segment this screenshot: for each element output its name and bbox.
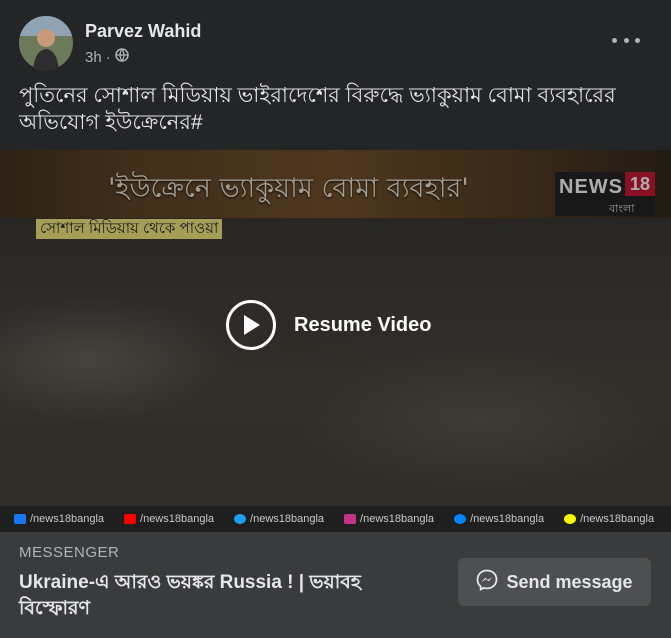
social-handle-text: /news18bangla: [580, 513, 655, 525]
social-handle-facebook: /news18bangla: [14, 513, 104, 525]
social-handle-text: /news18bangla: [140, 513, 215, 525]
video-player[interactable]: 'ইউক্রেনে ভ্যাকুয়াম বোমা ব্যবহার' NEWS …: [0, 150, 671, 506]
meta-separator: ·: [105, 48, 111, 66]
youtube-icon: [124, 514, 137, 524]
link-preview-card[interactable]: MESSENGER Ukraine-এ আরও ভয়ঙ্কর Russia !…: [0, 532, 671, 638]
social-handle-text: /news18bangla: [360, 513, 435, 525]
post-meta: 3h ·: [85, 48, 129, 66]
link-title[interactable]: Ukraine-এ আরও ভয়ঙ্কর Russia ! | ভয়াবহ …: [19, 570, 429, 622]
send-message-button[interactable]: Send message: [458, 558, 651, 606]
post-text: পুতিনের সোশাল মিডিয়ায় ভাইরাদেশের বিরুদ…: [19, 84, 616, 134]
social-handle-text: /news18bangla: [470, 513, 545, 525]
social-handles-strip: /news18bangla /news18bangla /news18bangl…: [0, 506, 671, 532]
social-handle-text: /news18bangla: [250, 513, 325, 525]
facebook-icon: [14, 514, 26, 524]
social-handle-messenger: /news18bangla: [454, 513, 544, 525]
twitter-icon: [234, 514, 247, 524]
messenger-icon: [454, 514, 467, 524]
author-name[interactable]: Parvez Wahid: [85, 21, 201, 42]
resume-video-button[interactable]: Resume Video: [226, 300, 431, 350]
social-handle-youtube: /news18bangla: [124, 513, 214, 525]
post-time[interactable]: 3h: [85, 49, 102, 66]
post-header: Parvez Wahid 3h ·: [0, 0, 671, 78]
social-handle-snapchat: /news18bangla: [564, 513, 654, 525]
social-handle-twitter: /news18bangla: [234, 513, 324, 525]
more-options-icon[interactable]: [612, 30, 640, 50]
author-avatar[interactable]: [19, 16, 73, 70]
send-message-label: Send message: [506, 571, 633, 592]
social-handle-text: /news18bangla: [30, 513, 105, 525]
social-handle-instagram: /news18bangla: [344, 513, 434, 525]
instagram-icon: [344, 514, 357, 524]
globe-icon: [114, 48, 129, 66]
play-icon[interactable]: [226, 300, 276, 350]
snapchat-icon: [564, 514, 577, 524]
resume-video-label[interactable]: Resume Video: [294, 314, 431, 337]
link-domain: MESSENGER: [19, 544, 120, 561]
messenger-icon: [476, 569, 498, 596]
